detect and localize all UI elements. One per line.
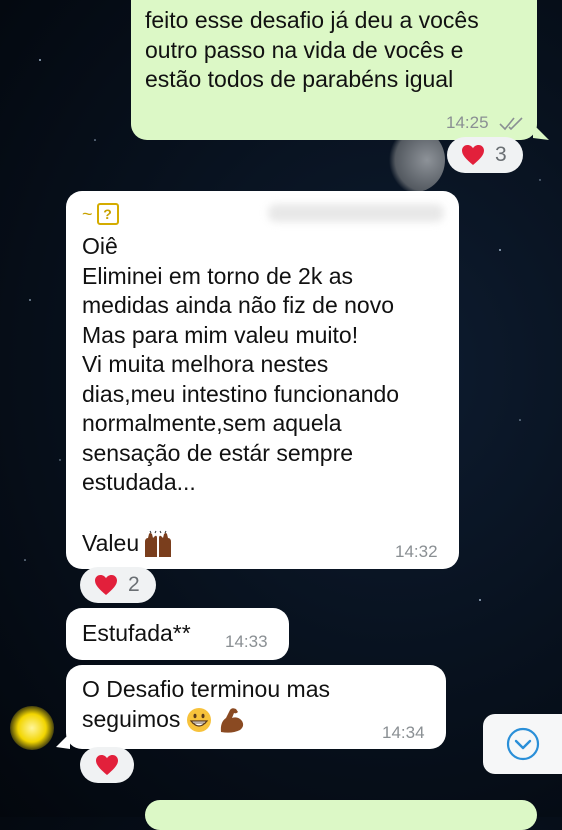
message-time: 14:25 [446,113,489,132]
heart-icon [462,145,484,165]
bubble-tail [56,733,70,749]
reaction-count: 2 [128,573,140,596]
message-text: Oiê Eliminei em torno de 2k as medidas a… [82,233,400,495]
reaction-badge[interactable] [80,747,134,783]
reaction-count: 3 [495,143,507,166]
incoming-message[interactable]: Estufada** 14:33 [66,608,289,660]
message-text: O Desafio terminou mas [82,676,330,702]
scroll-to-bottom-button[interactable] [483,714,562,774]
heart-icon [96,755,118,775]
outgoing-message-partial[interactable] [145,800,537,830]
raised-hands-icon [145,530,172,557]
incoming-message[interactable]: O Desafio terminou mas seguimos 14:34 [66,665,446,749]
message-text: feito esse desafio já deu a vocês outro … [145,7,479,92]
outgoing-message[interactable]: feito esse desafio já deu a vocês outro … [131,0,537,140]
double-check-icon [499,117,523,131]
flexed-biceps-icon [221,707,244,733]
avatar[interactable] [10,706,54,750]
sender-phone-blurred [268,204,444,222]
message-text-second: seguimos [82,706,181,732]
grinning-face-icon [187,707,212,732]
reaction-badge[interactable]: 2 [80,567,156,603]
message-second-line: seguimos [82,705,246,735]
sender-name[interactable]: ~ ? [82,203,119,225]
bubble-tail [533,124,549,140]
message-time: 14:32 [395,542,438,561]
chevron-down-circle-icon [506,727,539,761]
message-time: 14:34 [382,723,425,742]
sender-prefix: ~ [82,203,93,224]
message-text: Estufada** [82,620,191,646]
heart-icon [95,575,117,595]
message-time: 14:33 [225,632,268,651]
message-text-last: Valeu [82,530,140,556]
message-last-line: Valeu [82,529,175,559]
reaction-badge[interactable]: 3 [447,137,523,173]
question-box-icon: ? [96,203,119,225]
